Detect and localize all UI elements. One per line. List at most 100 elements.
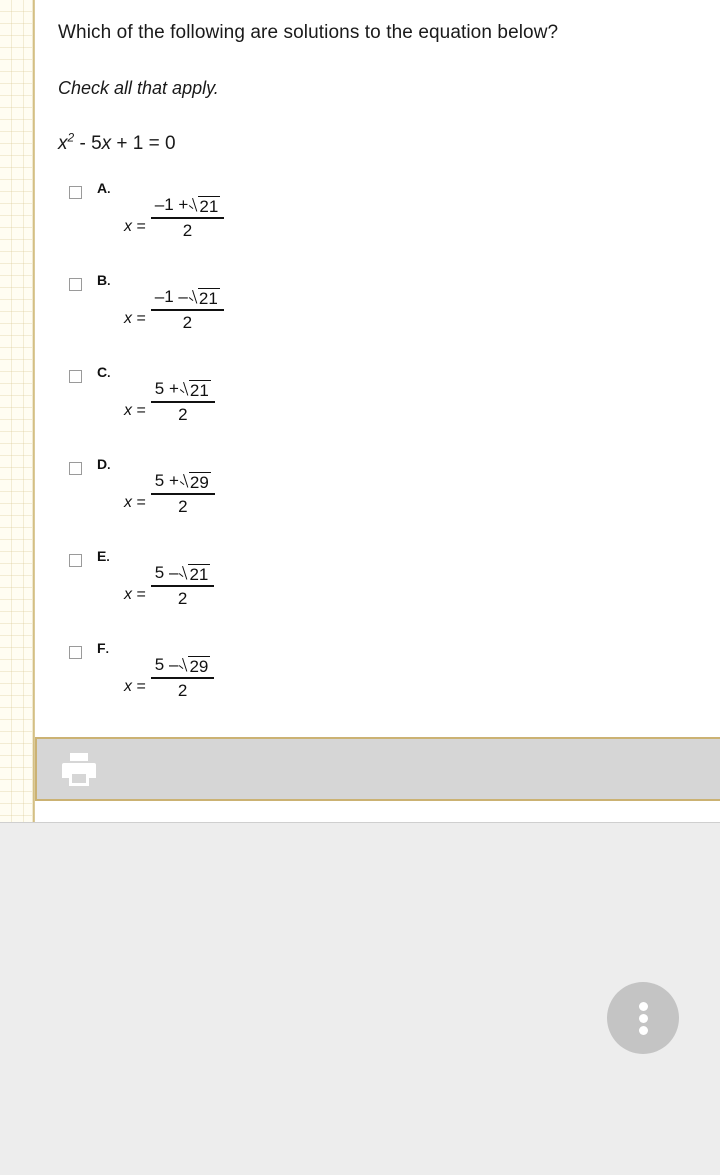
option-lead-d: x = <box>124 493 146 511</box>
option-numerator-a: –1 + 21 <box>151 194 224 217</box>
sqrt-tick <box>189 198 199 212</box>
option-math-d: x = 5 + 29 2 <box>124 470 215 518</box>
option-row[interactable]: B. x = –1 – 21 2 <box>58 272 720 364</box>
option-math-f: x = 5 – 29 2 <box>124 654 215 702</box>
option-math-e: x = 5 – 21 2 <box>124 562 215 610</box>
print-button[interactable] <box>56 749 100 791</box>
option-radicand-a: 21 <box>198 196 221 216</box>
option-checkbox-e[interactable] <box>69 554 82 567</box>
more-options-fab[interactable] <box>607 982 679 1054</box>
option-letter-b: B. <box>97 272 110 288</box>
option-numerator-sign-a: –1 + <box>154 195 189 214</box>
option-fraction-b: –1 – 21 2 <box>150 286 224 334</box>
option-math-b: x = –1 – 21 2 <box>124 286 224 334</box>
option-denominator-b: 2 <box>182 312 193 332</box>
option-numerator-sign-c: 5 + <box>154 379 179 398</box>
option-checkbox-b[interactable] <box>69 278 82 291</box>
option-row[interactable]: E. x = 5 – 21 2 <box>58 548 720 640</box>
option-fraction-d: 5 + 29 2 <box>150 470 215 518</box>
option-letter-dot: . <box>107 458 111 472</box>
more-vertical-icon-dot <box>639 1002 648 1011</box>
question-card: Which of the following are solutions to … <box>35 0 720 737</box>
option-numerator-sign-d: 5 + <box>154 471 179 490</box>
option-radicand-c: 21 <box>188 380 211 400</box>
option-fraction-a: –1 + 21 2 <box>150 194 225 242</box>
more-vertical-icon-dot <box>639 1026 648 1035</box>
option-math-c: x = 5 + 21 2 <box>124 378 215 426</box>
option-row[interactable]: A. x = –1 + 21 2 <box>58 180 720 272</box>
option-letter-text: D <box>97 456 108 472</box>
option-numerator-b: –1 – 21 <box>151 286 224 309</box>
option-lead-a: x = <box>124 217 146 235</box>
option-letter-d: D. <box>97 456 110 472</box>
sqrt-tick <box>179 658 189 672</box>
option-letter-dot: . <box>106 550 110 564</box>
option-letter-dot: . <box>107 274 111 288</box>
print-icon-paper <box>70 753 88 761</box>
option-denominator-a: 2 <box>182 220 193 240</box>
option-lead-f: x = <box>124 677 146 695</box>
sqrt-tick <box>179 566 189 580</box>
question-prompt: Which of the following are solutions to … <box>58 22 559 43</box>
sqrt-icon: 21 <box>189 288 220 308</box>
option-letter-c: C. <box>97 364 110 380</box>
option-checkbox-c[interactable] <box>69 370 82 383</box>
equation-rest: - 5x + 1 = 0 <box>74 133 176 154</box>
option-letter-text: A <box>97 180 108 196</box>
option-letter-text: B <box>97 272 108 288</box>
option-radicand-d: 29 <box>188 472 211 492</box>
option-checkbox-d[interactable] <box>69 462 82 475</box>
option-row[interactable]: C. x = 5 + 21 2 <box>58 364 720 456</box>
option-lead-c: x = <box>124 401 146 419</box>
option-radicand-e: 21 <box>188 564 211 584</box>
sqrt-icon: 21 <box>179 564 211 584</box>
option-radicand-f: 29 <box>188 656 211 676</box>
option-radicand-b: 21 <box>197 288 220 308</box>
sqrt-tick <box>180 382 190 396</box>
option-fraction-c: 5 + 21 2 <box>150 378 215 426</box>
option-numerator-c: 5 + 21 <box>151 378 215 401</box>
option-letter-text: F <box>97 640 106 656</box>
sqrt-tick <box>189 290 199 304</box>
option-numerator-e: 5 – 21 <box>151 562 215 585</box>
sqrt-icon: 21 <box>189 196 221 216</box>
option-fraction-f: 5 – 29 2 <box>150 654 215 702</box>
sqrt-icon: 29 <box>179 656 211 676</box>
option-letter-dot: . <box>105 642 109 656</box>
option-letter-f: F. <box>97 640 109 656</box>
option-letter-a: A. <box>97 180 110 196</box>
option-numerator-f: 5 – 29 <box>151 654 215 677</box>
option-denominator-d: 2 <box>178 496 188 516</box>
option-lead-b: x = <box>124 309 146 327</box>
equation-variable: x <box>58 133 68 154</box>
option-numerator-d: 5 + 29 <box>151 470 215 493</box>
question-card-content: Which of the following are solutions to … <box>58 20 720 732</box>
option-letter-e: E. <box>97 548 110 564</box>
option-row[interactable]: D. x = 5 + 29 2 <box>58 456 720 548</box>
sqrt-icon: 21 <box>180 380 211 400</box>
option-numerator-sign-b: –1 – <box>154 287 188 306</box>
print-icon-tray <box>69 771 89 786</box>
option-checkbox-f[interactable] <box>69 646 82 659</box>
option-fraction-e: 5 – 21 2 <box>150 562 215 610</box>
option-row[interactable]: F. x = 5 – 29 2 <box>58 640 720 732</box>
option-math-a: x = –1 + 21 2 <box>124 194 225 242</box>
question-instruction: Check all that apply. <box>58 78 219 98</box>
sqrt-icon: 29 <box>180 472 211 492</box>
option-lead-e: x = <box>124 585 146 603</box>
answer-options-list: A. x = –1 + 21 2 B. x = –1 – 21 2 C. x = … <box>58 180 720 732</box>
sqrt-tick <box>180 474 190 488</box>
option-denominator-c: 2 <box>178 404 188 424</box>
option-numerator-sign-f: 5 – <box>154 655 179 674</box>
document-page-region: Which of the following are solutions to … <box>0 0 720 823</box>
option-letter-text: E <box>97 548 107 564</box>
option-letter-dot: . <box>107 182 111 196</box>
option-denominator-f: 2 <box>177 680 188 700</box>
option-denominator-e: 2 <box>177 588 188 608</box>
option-checkbox-a[interactable] <box>69 186 82 199</box>
option-letter-text: C <box>97 364 108 380</box>
print-toolbar <box>35 737 720 801</box>
option-letter-dot: . <box>107 366 111 380</box>
print-icon <box>62 753 96 787</box>
more-vertical-icon-dot <box>639 1014 648 1023</box>
